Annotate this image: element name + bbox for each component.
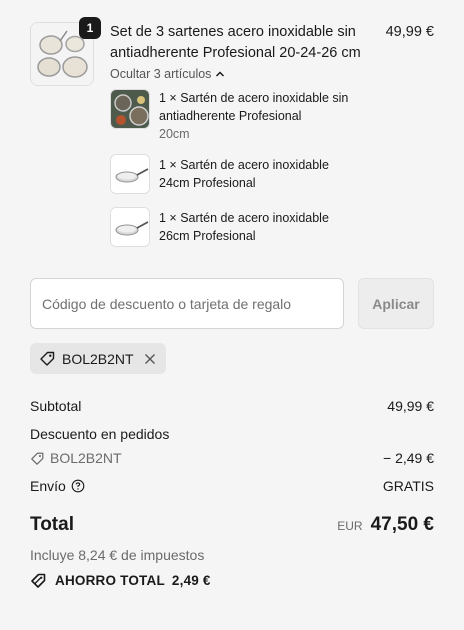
pan-icon: [110, 154, 150, 194]
close-icon: [144, 353, 155, 364]
quantity-badge: 1: [79, 17, 101, 39]
discount-code-row: BOL2B2NT − 2,49 €: [30, 449, 434, 467]
discount-value: − 2,49 €: [383, 450, 434, 466]
discount-code-label: BOL2B2NT: [50, 450, 122, 466]
applied-discount-code: BOL2B2NT: [62, 350, 134, 367]
tax-note: Incluye 8,24 € de impuestos: [30, 547, 205, 563]
bundle-item-label: 1 × Sartén de acero inoxidable 24cm Prof…: [159, 158, 329, 190]
total-label: Total: [30, 514, 74, 535]
applied-discount-chip: BOL2B2NT: [30, 343, 166, 374]
tag-icon: [31, 452, 44, 465]
currency-code: EUR: [337, 519, 363, 533]
bundle-item-label: 1 × Sartén de acero inoxidable sin antia…: [159, 91, 349, 123]
savings-tag-icon: [31, 573, 46, 588]
subtotal-label: Subtotal: [30, 398, 82, 414]
bundle-item-variant: 20cm: [159, 127, 190, 141]
shipping-label: Envío: [30, 478, 66, 494]
total-amount: 47,50 €: [370, 514, 434, 535]
total-row: Total EUR 47,50 €: [30, 514, 434, 536]
toggle-items-label: Ocultar 3 artículos: [110, 67, 212, 81]
cart-line-item: 1 Set de 3 sartenes acero inoxidable sin…: [30, 17, 434, 260]
shipping-value: GRATIS: [382, 478, 434, 494]
total-savings: AHORRO TOTAL 2,49 €: [30, 572, 211, 589]
pan-set-photo-icon: [110, 89, 150, 129]
subtotal-value: 49,99 €: [387, 398, 434, 414]
discount-code-input[interactable]: [30, 278, 344, 329]
remove-discount-button[interactable]: [144, 353, 156, 365]
help-icon[interactable]: [71, 479, 85, 493]
product-price: 49,99 €: [385, 24, 434, 40]
tag-icon: [40, 351, 55, 366]
product-title: Set de 3 sartenes acero inoxidable sin a…: [110, 24, 361, 61]
apply-discount-button[interactable]: Aplicar: [358, 278, 434, 329]
shipping-row: Envío GRATIS: [30, 477, 434, 495]
order-discount-label: Descuento en pedidos: [30, 426, 170, 442]
pan-icon: [110, 207, 150, 247]
savings-value: 2,49 €: [171, 573, 211, 588]
toggle-items-button[interactable]: Ocultar 3 artículos: [110, 67, 225, 81]
order-discount-row: Descuento en pedidos: [30, 425, 434, 443]
bundle-item-label: 1 × Sartén de acero inoxidable 26cm Prof…: [159, 211, 329, 243]
chevron-up-icon: [216, 71, 225, 77]
subtotal-row: Subtotal 49,99 €: [30, 397, 434, 415]
savings-label: AHORRO TOTAL: [55, 573, 165, 588]
